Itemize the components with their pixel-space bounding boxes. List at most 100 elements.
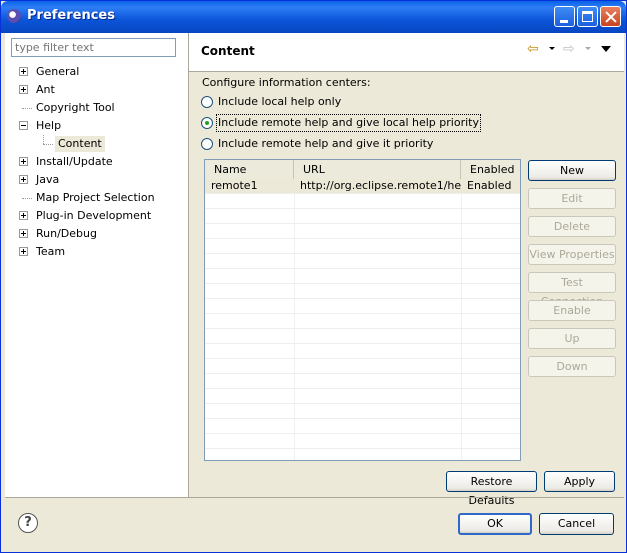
expand-icon[interactable] [19, 175, 28, 184]
table-empty-row [205, 269, 520, 284]
table-empty-row [205, 344, 520, 359]
tree-item-label: Help [36, 119, 62, 132]
view-menu-icon[interactable] [601, 46, 611, 52]
radio-button[interactable] [201, 96, 213, 108]
table-empty-row [205, 329, 520, 344]
table-cell: http://org.eclipse.remote1/help [300, 179, 461, 192]
restore-defaults-button[interactable]: Restore Defaults [446, 471, 537, 507]
preference-tree-pane: General Ant Copyright Tool Help Content Insta… [5, 33, 189, 497]
tree-item-label: General [36, 65, 80, 78]
back-arrow-icon[interactable]: ⇦ [527, 42, 547, 56]
radio-button[interactable] [201, 138, 213, 150]
tree-item[interactable]: Ant [5, 81, 188, 99]
ok-button[interactable]: OK [458, 513, 532, 535]
tree-item[interactable]: Plug-in Development [5, 207, 188, 225]
tree-item-label: Team [36, 245, 66, 258]
tree-item[interactable]: Content [5, 135, 188, 153]
table-cell: remote1 [211, 179, 258, 192]
table-empty-row [205, 359, 520, 374]
table-empty-row [205, 449, 520, 460]
cancel-button[interactable]: Cancel [539, 513, 614, 535]
radio-label: Include local help only [218, 95, 342, 108]
table-empty-row [205, 209, 520, 224]
expand-icon[interactable] [19, 85, 28, 94]
close-button[interactable] [600, 6, 621, 27]
table-body: remote1 http://org.eclipse.remote1/help En… [205, 179, 520, 460]
maximize-button[interactable] [577, 6, 598, 27]
close-icon [601, 7, 620, 26]
page-title: Content [201, 44, 255, 58]
enable-button[interactable]: Enable [528, 300, 616, 321]
expand-icon[interactable] [19, 229, 28, 238]
radio-label: Include remote help and give it priority [218, 137, 434, 150]
tree-connector [22, 198, 32, 199]
view-properties-button[interactable]: View Properties [528, 244, 616, 265]
content-page: Content ⇦ ⇨ Configure information center… [189, 33, 624, 507]
collapse-icon[interactable] [19, 121, 28, 130]
tree-item[interactable]: Team [5, 243, 188, 261]
column-header-name[interactable]: Name [205, 160, 294, 179]
forward-history-dropdown-icon[interactable] [585, 47, 591, 50]
tree-item[interactable]: Install/Update [5, 153, 188, 171]
tree-item[interactable]: Copyright Tool [5, 99, 188, 117]
tree-item[interactable]: Run/Debug [5, 225, 188, 243]
table-empty-row [205, 434, 520, 449]
table-empty-row [205, 314, 520, 329]
tree-item-label: Map Project Selection [36, 191, 155, 204]
table-empty-row [205, 389, 520, 404]
tree-item-label: Java [36, 173, 60, 186]
expand-icon[interactable] [19, 67, 28, 76]
minimize-button[interactable] [554, 6, 575, 27]
table-empty-row [205, 374, 520, 389]
tree-connector [22, 108, 32, 109]
section-label: Configure information centers: [202, 76, 371, 89]
page-header: Content ⇦ ⇨ [189, 33, 624, 72]
footer-divider [5, 497, 624, 498]
tree-item[interactable]: Help [5, 117, 188, 135]
tree-item[interactable]: Java [5, 171, 188, 189]
table-empty-row [205, 239, 520, 254]
table-empty-row [205, 404, 520, 419]
tree-item-label: Content [55, 136, 105, 152]
table-empty-row [205, 224, 520, 239]
table-header: Name URL Enabled [205, 160, 520, 180]
table-empty-row [205, 194, 520, 209]
window-title: Preferences [27, 8, 115, 23]
new-button[interactable]: New [528, 160, 616, 181]
forward-arrow-icon[interactable]: ⇨ [563, 42, 583, 56]
expand-icon[interactable] [19, 247, 28, 256]
minimize-icon [555, 7, 574, 26]
tree-item[interactable]: Map Project Selection [5, 189, 188, 207]
tree-connector [43, 144, 53, 145]
preferences-window: Preferences General Ant Copyright Tool Help… [0, 0, 627, 553]
delete-button[interactable]: Delete [528, 216, 616, 237]
table-cell: Enabled [467, 179, 512, 192]
edit-button[interactable]: Edit [528, 188, 616, 209]
info-centers-table[interactable]: Name URL Enabled remote1 http://org.eclip… [204, 159, 521, 461]
column-header-url[interactable]: URL [294, 160, 461, 179]
up-button[interactable]: Up [528, 328, 616, 349]
table-row[interactable]: remote1 http://org.eclipse.remote1/help En… [205, 179, 520, 194]
preference-tree: General Ant Copyright Tool Help Content Insta… [5, 63, 188, 261]
tree-connector [43, 135, 44, 144]
radio-label: Include remote help and give local help … [216, 114, 481, 132]
radio-button[interactable] [201, 117, 213, 129]
table-empty-row [205, 284, 520, 299]
apply-button[interactable]: Apply [544, 471, 615, 492]
column-header-enabled[interactable]: Enabled [461, 160, 520, 179]
back-history-dropdown-icon[interactable] [549, 47, 555, 50]
title-bar[interactable]: Preferences [1, 1, 626, 33]
tree-item-label: Run/Debug [36, 227, 97, 240]
help-icon[interactable]: ? [18, 513, 38, 533]
test-connection-button[interactable]: Test Connection [528, 272, 616, 308]
filter-input[interactable] [11, 38, 176, 57]
tree-item-label: Plug-in Development [36, 209, 152, 222]
tree-item[interactable]: General [5, 63, 188, 81]
maximize-icon [578, 7, 597, 26]
expand-icon[interactable] [19, 157, 28, 166]
tree-item-label: Ant [36, 83, 55, 96]
down-button[interactable]: Down [528, 356, 616, 377]
tree-item-label: Copyright Tool [36, 101, 115, 114]
expand-icon[interactable] [19, 211, 28, 220]
tree-item-label: Install/Update [36, 155, 113, 168]
